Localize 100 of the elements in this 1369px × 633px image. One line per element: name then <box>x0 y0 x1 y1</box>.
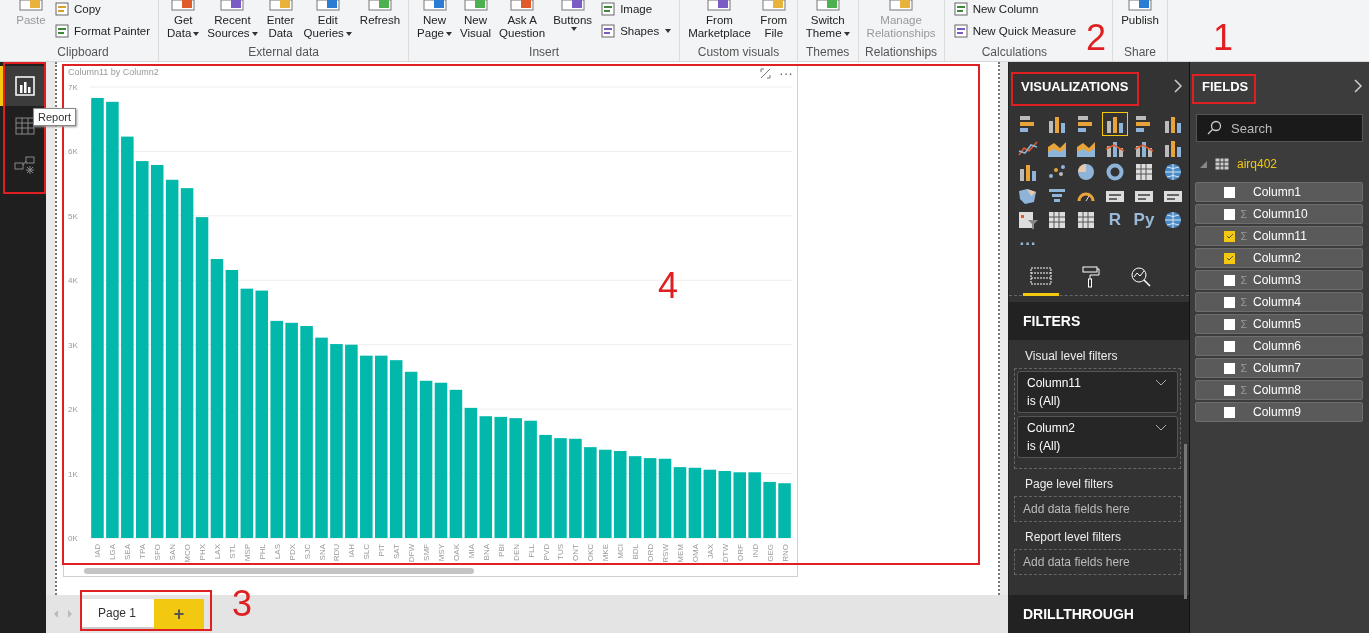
search-field[interactable]: Search <box>1196 114 1363 142</box>
checkbox[interactable] <box>1224 230 1235 242</box>
table-icon <box>1046 209 1068 231</box>
page-tab[interactable]: Page 1 <box>80 599 155 629</box>
expanded-icon[interactable] <box>1200 160 1207 168</box>
visual-type-button[interactable]: R <box>1102 208 1128 232</box>
ribbon-button[interactable]: From Marketplace <box>686 0 753 40</box>
field-item[interactable]: Column9 <box>1195 402 1363 422</box>
sigma-icon: Σ <box>1240 296 1248 308</box>
chevron-right-icon[interactable] <box>1353 79 1363 93</box>
bar-chart-icon <box>14 76 35 96</box>
table-name[interactable]: airq402 <box>1237 157 1278 171</box>
axis-label: DTW <box>720 544 730 563</box>
drop-zone[interactable]: Add data fields here <box>1014 496 1181 522</box>
sigma-icon: Σ <box>1240 274 1248 286</box>
field-name: Column1 <box>1253 185 1302 199</box>
field-item[interactable]: Column2 <box>1195 248 1363 268</box>
field-name: Column6 <box>1253 339 1302 353</box>
axis-label: 6K <box>68 147 78 157</box>
ribbon-button[interactable]: Image <box>598 0 674 18</box>
caret-icon <box>345 31 352 36</box>
axis-label: PVD <box>541 544 551 561</box>
visual-type-button[interactable]: ··· <box>1015 232 1041 256</box>
field-item[interactable]: Σ Column3 <box>1195 270 1363 290</box>
ribbon-button[interactable]: New Page <box>415 0 454 40</box>
section-label: Visual level filters <box>1024 349 1119 363</box>
more-options-button[interactable]: ··· <box>779 67 793 79</box>
checkbox[interactable] <box>1224 340 1235 352</box>
chevron-down-icon[interactable] <box>1155 379 1167 387</box>
ribbon-button[interactable]: New Column <box>950 0 1079 18</box>
view-button[interactable] <box>0 66 46 106</box>
ribbon-button[interactable]: Refresh <box>357 0 403 27</box>
ribbon-button[interactable]: Recent Sources <box>205 0 260 40</box>
group-label: External data <box>247 45 320 59</box>
axis-label: 0K <box>68 534 78 543</box>
axis-label: IND <box>750 544 760 558</box>
visual-type-button[interactable]: Py <box>1131 208 1157 232</box>
axis-label: 7K <box>68 83 78 92</box>
chevron-right-icon[interactable] <box>1173 79 1183 93</box>
caret-icon <box>665 29 672 33</box>
document-icon <box>952 23 969 39</box>
filter-card[interactable]: Column2 is (All) <box>1017 416 1178 458</box>
sigma-icon: Σ <box>1240 362 1248 374</box>
sigma-icon: Σ <box>1240 208 1248 220</box>
field-item[interactable]: Σ Column4 <box>1195 292 1363 312</box>
group-label: Calculations <box>980 45 1049 59</box>
ribbon-button[interactable]: Ask A Question <box>497 0 548 40</box>
axis-label: MEM <box>676 544 685 563</box>
drop-zone[interactable]: Add data fields here <box>1014 549 1181 575</box>
field-item[interactable]: Σ Column8 <box>1195 380 1363 400</box>
visual-type-button[interactable] <box>1102 112 1128 136</box>
sigma-icon: Σ <box>1240 230 1248 242</box>
filter-card[interactable]: Column11 is (All) <box>1017 371 1178 413</box>
checkbox[interactable] <box>1224 384 1235 396</box>
axis-label: OKC <box>586 544 596 562</box>
checkbox[interactable] <box>1224 318 1235 330</box>
ribbon-button[interactable]: Publish <box>1119 0 1161 27</box>
axis-label: MIA <box>466 544 476 559</box>
axis-label: MCI <box>616 544 626 559</box>
axis-label: MSP <box>242 544 252 562</box>
field-item[interactable]: Σ Column7 <box>1195 358 1363 378</box>
pane-tab[interactable] <box>1023 266 1059 296</box>
paint-roller-icon <box>1081 266 1101 288</box>
checkbox[interactable] <box>1224 208 1235 220</box>
ribbon-button[interactable]: Format Painter <box>52 22 153 40</box>
ribbon-button[interactable]: New Visual <box>457 0 494 40</box>
ribbon-button[interactable]: New Quick Measure <box>950 22 1079 40</box>
field-item[interactable]: Σ Column5 <box>1195 314 1363 334</box>
ribbon-button[interactable]: Shapes <box>598 22 674 40</box>
ribbon-button[interactable]: Switch Theme <box>803 0 852 40</box>
axis-label: STL <box>227 544 237 559</box>
axis-label: ORD <box>646 544 656 562</box>
chevron-down-icon[interactable] <box>1155 424 1167 432</box>
field-item[interactable]: Column1 <box>1195 182 1363 202</box>
axis-label: BNA <box>481 544 491 561</box>
field-item[interactable]: Σ Column10 <box>1195 204 1363 224</box>
bar <box>703 469 717 538</box>
scrollbar[interactable] <box>1184 444 1187 599</box>
checkbox[interactable] <box>1224 252 1235 264</box>
ribbon-button[interactable]: Buttons <box>551 0 595 31</box>
ribbon-button[interactable]: Get Data <box>165 0 202 40</box>
caret-icon <box>570 27 577 31</box>
checkbox[interactable] <box>1224 296 1235 308</box>
ribbon-button[interactable]: Edit Queries <box>301 0 354 40</box>
focus-mode-icon[interactable] <box>760 67 771 79</box>
ribbon-button[interactable]: Copy <box>52 0 153 18</box>
field-item[interactable]: Column6 <box>1195 336 1363 356</box>
checkbox[interactable] <box>1224 406 1235 418</box>
field-name: Column8 <box>1253 383 1302 397</box>
checkbox[interactable] <box>1224 186 1235 198</box>
checkbox[interactable] <box>1224 274 1235 286</box>
field-item[interactable]: Σ Column11 <box>1195 226 1363 246</box>
caret-icon <box>251 31 258 36</box>
ribbon-button[interactable]: From File <box>756 0 791 40</box>
axis-label: MCO <box>183 544 193 563</box>
checkbox[interactable] <box>1224 362 1235 374</box>
axis-label: PIT <box>377 544 387 557</box>
axis-label: SEA <box>123 544 133 560</box>
add-page-button[interactable]: + <box>154 599 205 629</box>
ribbon-button[interactable]: Enter Data <box>263 0 298 40</box>
